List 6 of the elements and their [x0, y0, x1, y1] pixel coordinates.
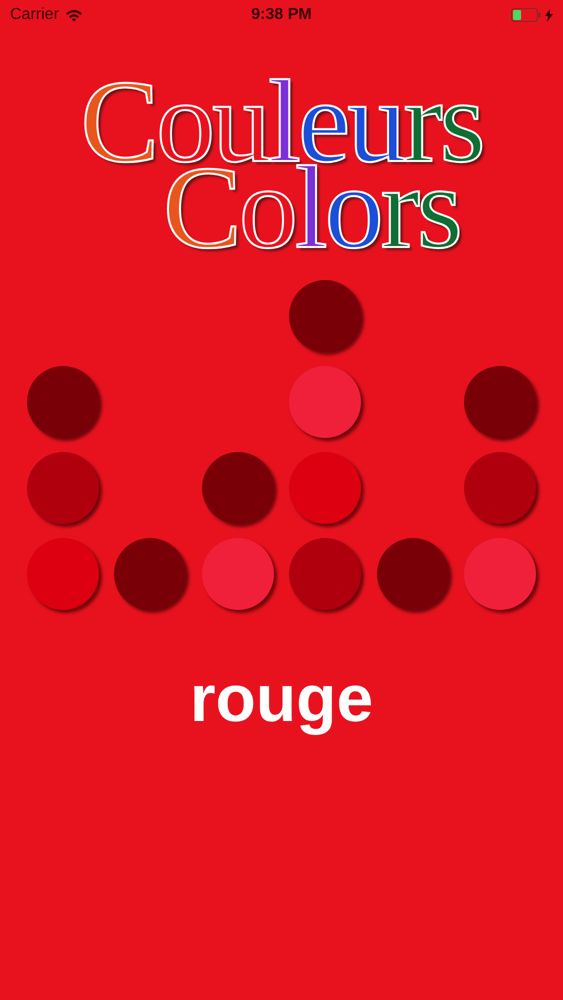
status-time: 9:38 PM: [251, 6, 312, 24]
carrier-label: Carrier: [10, 6, 59, 24]
battery-icon: [511, 8, 541, 22]
color-word: rouge: [190, 660, 374, 736]
wifi-icon: [64, 8, 83, 22]
logo: Couleurs Colors: [80, 66, 483, 264]
